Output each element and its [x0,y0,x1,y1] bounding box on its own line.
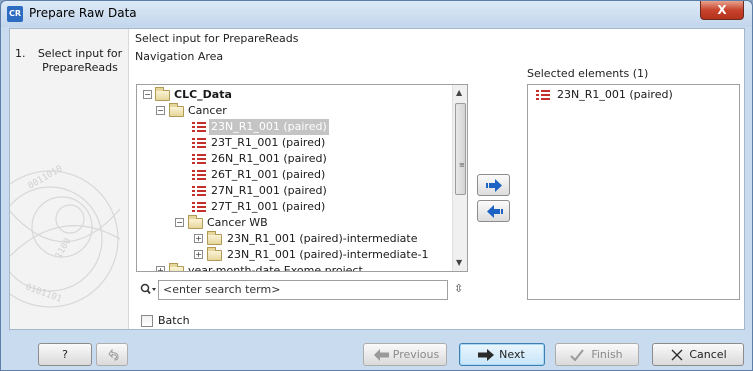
tree-item-cancer-wb[interactable]: − Cancer WB [137,215,453,231]
batch-label: Batch [158,314,190,327]
search-navigate-icon[interactable]: ⇳ [454,282,463,295]
dialog-window: CR Prepare Raw Data X 1. Select input fo… [0,0,753,371]
finish-label: Finish [591,348,623,361]
sequence-list-icon [192,153,206,165]
arrow-left-icon [487,205,503,218]
search-icon[interactable] [140,283,158,297]
tree-item-label: 27T_R1_001 (paired) [211,200,326,213]
tree-item-cancer[interactable]: − Cancer [137,103,453,119]
tree-item-sequence[interactable]: 23N_R1_001 (paired) [137,119,453,135]
sequence-list-icon [192,185,206,197]
tree-item-sequence[interactable]: 26T_R1_001 (paired) [137,167,453,183]
tree-scrollbar[interactable]: ▲ ≡ ▼ [452,85,467,271]
sequence-list-icon [536,89,550,101]
add-to-selected-button[interactable] [477,174,510,196]
tree-item-sequence[interactable]: 27N_R1_001 (paired) [137,183,453,199]
batch-checkbox[interactable] [141,315,153,327]
next-button[interactable]: Next [459,343,545,366]
scroll-up-icon[interactable]: ▲ [456,88,462,97]
steps-panel: 1. Select input for PrepareReads 0011010… [10,29,129,329]
collapse-icon[interactable]: − [156,106,165,115]
sequence-list-icon [192,169,206,181]
cancel-label: Cancel [689,348,727,361]
window-title: Prepare Raw Data [29,6,137,20]
tree-item-label: 23N_R1_001 (paired)-intermediate-1 [227,248,429,261]
dialog-content: 1. Select input for PrepareReads 0011010… [9,28,745,330]
tree-item-label: Cancer WB [207,216,268,229]
expand-icon[interactable]: + [194,234,203,243]
tree-item-label: 23T_R1_001 (paired) [211,136,326,149]
tree-item-label: 26N_R1_001 (paired) [211,152,327,165]
close-icon [671,349,683,361]
tree-item-label: 23N_R1_001 (paired)-intermediate [227,232,418,245]
tree-item-label: 23N_R1_001 (paired) [209,119,329,135]
tree-item-exome-project[interactable]: + year-month-date Exome project [137,263,453,272]
tree-item-label: 27N_R1_001 (paired) [211,184,327,197]
finish-button[interactable]: Finish [555,343,639,366]
reset-button[interactable] [96,343,128,366]
tree-item-label: CLC_Data [174,88,232,101]
previous-button[interactable]: Previous [363,343,447,366]
expand-icon[interactable]: + [156,266,165,271]
tree-item-sequence[interactable]: 27T_R1_001 (paired) [137,199,453,215]
step-label: Select input for PrepareReads [37,47,123,74]
main-heading: Select input for PrepareReads [135,32,299,45]
tree-item-label: Cancer [188,104,227,117]
tree-item-sequence[interactable]: 23T_R1_001 (paired) [137,135,453,151]
folder-icon [155,87,170,101]
scrollbar-thumb[interactable]: ≡ [455,103,466,195]
close-button[interactable]: X [700,1,744,20]
collapse-icon[interactable]: − [175,218,184,227]
sequence-list-icon [192,137,206,149]
sequence-list-icon [192,201,206,213]
sequence-list-icon [192,121,206,133]
scroll-down-icon[interactable]: ▼ [456,258,462,267]
tree-item-clc-data[interactable]: − CLC_Data [137,87,453,103]
arrow-left-icon [374,349,389,361]
decorative-swirl-icon: 0011010 0101101 1100 [10,164,121,308]
tree-item-label: 26T_R1_001 (paired) [211,168,326,181]
undo-icon [108,349,119,361]
navigation-area-label: Navigation Area [135,50,224,63]
selected-item[interactable]: 23N_R1_001 (paired) [528,87,738,103]
next-label: Next [499,348,525,361]
folder-icon [169,103,184,117]
tree-item-intermediate-1[interactable]: + 23N_R1_001 (paired)-intermediate-1 [137,247,453,263]
search-bar: <enter search term> ⇳ [136,280,468,301]
cancel-button[interactable]: Cancel [652,343,744,366]
folder-icon [188,215,203,229]
checkmark-icon [570,349,584,361]
tree-item-label: year-month-date Exome project [188,264,363,272]
tree-item-intermediate[interactable]: + 23N_R1_001 (paired)-intermediate [137,231,453,247]
selected-elements-list[interactable]: 23N_R1_001 (paired) [527,84,740,300]
svg-text:1100: 1100 [54,237,74,261]
selected-item-label: 23N_R1_001 (paired) [557,88,673,101]
arrow-right-icon [478,349,494,361]
folder-icon [207,231,222,245]
tree-item-sequence[interactable]: 26N_R1_001 (paired) [137,151,453,167]
title-bar[interactable]: CR Prepare Raw Data X [1,1,752,27]
collapse-icon[interactable]: − [143,90,152,99]
selected-elements-label: Selected elements (1) [527,67,649,80]
grip-icon: ≡ [459,161,465,169]
svg-text:0101101: 0101101 [24,282,63,304]
app-icon: CR [7,6,23,22]
help-button[interactable]: ? [38,343,92,366]
expand-icon[interactable]: + [194,250,203,259]
remove-from-selected-button[interactable] [477,200,510,222]
arrow-right-icon [486,179,502,192]
navigation-tree[interactable]: − CLC_Data − Cancer 23N_R1_001 (paired) … [136,84,468,272]
previous-label: Previous [392,348,440,361]
search-input[interactable]: <enter search term> [158,280,448,300]
folder-icon [207,247,222,261]
step-number: 1. [15,47,26,60]
folder-icon [169,263,184,271]
